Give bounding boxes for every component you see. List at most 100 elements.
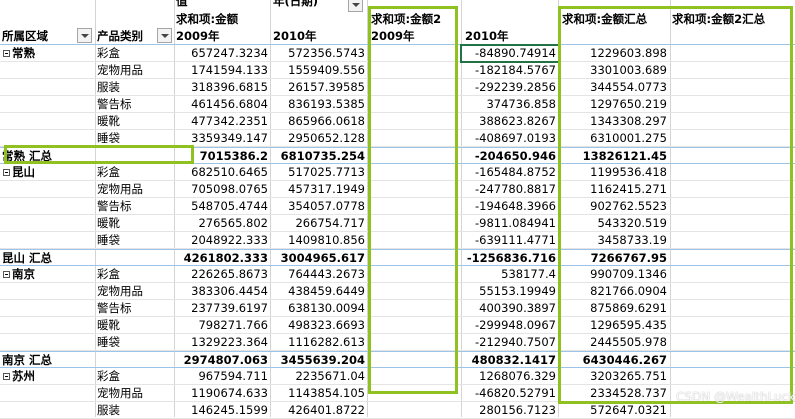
- value-cell-v09: 226265.8673: [191, 267, 268, 281]
- value-cell-b10: 55153.19949: [479, 284, 556, 298]
- value-cell-v09: 2974807.063: [183, 353, 268, 367]
- value-cell-b10: -212940.7507: [475, 335, 556, 349]
- header-region: 所属区域: [2, 29, 48, 43]
- table-row: 服装 146245.1599 426401.8722 280156.7123 57264…: [0, 402, 795, 419]
- value-cell-v09: 383306.4454: [191, 284, 268, 298]
- category-cell: 彩盒: [97, 267, 120, 281]
- value-cell-v10: 438459.6449: [288, 284, 365, 298]
- region-total-label: 昆山 汇总: [2, 251, 53, 265]
- value-cell-b10: -1256836.716: [466, 251, 556, 265]
- category-cell: 宠物用品: [97, 182, 143, 196]
- value-cell-v09: 682510.6465: [191, 165, 268, 179]
- header-date-label: 年(日期): [273, 0, 319, 8]
- category-cell: 彩盒: [97, 369, 120, 383]
- value-cell-v09: 276565.802: [198, 216, 268, 230]
- value-cell-v09: 3359349.147: [191, 131, 268, 145]
- value-cell-b10: 538177.4: [501, 267, 556, 281]
- collapse-icon[interactable]: [3, 271, 10, 278]
- value-cell-v09: 657247.3234: [191, 46, 268, 60]
- category-cell: 警告标: [97, 199, 132, 213]
- selected-cell[interactable]: [460, 44, 560, 63]
- value-cell-v10: 1116282.613: [288, 335, 365, 349]
- value-cell-v09: 798271.766: [198, 318, 268, 332]
- value-cell-v09: 2048922.333: [191, 233, 268, 247]
- category-cell: 彩盒: [97, 46, 120, 60]
- region-cell[interactable]: 南京: [3, 266, 35, 282]
- region-label: 昆山: [12, 165, 35, 179]
- value-cell-v10: 865966.0618: [288, 114, 365, 128]
- value-cell-v10: 1559409.556: [288, 63, 365, 77]
- category-cell: 宠物用品: [97, 386, 143, 400]
- category-cell: 睡袋: [97, 233, 120, 247]
- category-cell: 暖靴: [97, 216, 120, 230]
- collapse-icon[interactable]: [3, 169, 10, 176]
- header-2009: 2009年: [176, 29, 220, 43]
- watermark: CSDN @WealthLucky: [676, 390, 795, 404]
- region-label: 南京: [12, 267, 35, 281]
- value-cell-b10: -204650.946: [474, 149, 556, 163]
- value-cell-b10: -299948.0967: [475, 318, 556, 332]
- region-cell[interactable]: 昆山: [3, 164, 35, 180]
- value-cell-v09: 146245.1599: [191, 403, 268, 417]
- value-cell-v09: 705098.0765: [191, 182, 268, 196]
- value-cell-v10: 354057.0778: [288, 199, 365, 213]
- value-cell-b10: 280156.7123: [479, 403, 556, 417]
- region-filter-dropdown[interactable]: [77, 28, 92, 43]
- value-cell-b10: -639111.4771: [475, 233, 556, 247]
- value-cell-b10: 400390.3897: [479, 301, 556, 315]
- category-cell: 服装: [97, 403, 120, 417]
- category-cell: 服装: [97, 80, 120, 94]
- category-cell: 彩盒: [97, 165, 120, 179]
- highlight-total-column: [558, 6, 793, 404]
- header-2010: 2010年: [273, 29, 317, 43]
- region-label: 常熟: [12, 46, 35, 60]
- category-cell: 警告标: [97, 97, 132, 111]
- value-cell-v10: 3004965.617: [280, 251, 365, 265]
- value-cell-b10: 1268076.329: [479, 369, 556, 383]
- value-cell-v10: 836193.5385: [288, 97, 365, 111]
- date-filter-dropdown[interactable]: [348, 0, 363, 12]
- value-cell-b10: -165484.8752: [475, 165, 556, 179]
- category-cell: 睡袋: [97, 131, 120, 145]
- value-cell-v10: 426401.8722: [288, 403, 365, 417]
- header-value-label: 值: [176, 0, 188, 8]
- value-cell-v10: 498323.6693: [288, 318, 365, 332]
- header-sum-amount: 求和项:金额: [176, 12, 239, 26]
- value-cell-b10: -194648.3966: [475, 199, 556, 213]
- value-cell-v09: 461456.6804: [191, 97, 268, 111]
- value-cell-v09: 1741594.133: [191, 63, 268, 77]
- value-cell-v10: 457317.1949: [288, 182, 365, 196]
- region-cell[interactable]: 苏州: [3, 368, 35, 384]
- collapse-icon[interactable]: [3, 50, 10, 57]
- value-cell-v10: 2235671.04: [295, 369, 365, 383]
- category-cell: 宠物用品: [97, 284, 143, 298]
- value-cell-v09: 1329223.364: [191, 335, 268, 349]
- value-cell-v10: 6810735.254: [280, 149, 365, 163]
- region-cell[interactable]: 常熟: [3, 45, 35, 61]
- category-cell: 睡袋: [97, 335, 120, 349]
- category-cell: 暖靴: [97, 114, 120, 128]
- header-2010-amount2: 2010年: [465, 29, 509, 43]
- value-cell-v10: 1409810.856: [288, 233, 365, 247]
- highlight-2009-amount2-column: [368, 6, 458, 394]
- category-filter-dropdown[interactable]: [157, 28, 172, 43]
- value-cell-b10: -9811.084941: [475, 216, 556, 230]
- value-cell-v10: 572356.5743: [288, 46, 365, 60]
- header-category: 产品类别: [97, 29, 143, 43]
- value-cell-v09: 1190674.633: [191, 386, 268, 400]
- value-cell-b10: -46820.52791: [475, 386, 556, 400]
- value-cell-tot: 572647.0321: [590, 403, 667, 417]
- value-cell-v10: 26157.39585: [288, 80, 365, 94]
- value-cell-v10: 638130.0094: [288, 301, 365, 315]
- region-total-label: 南京 汇总: [2, 353, 53, 367]
- value-cell-b10: 374736.858: [486, 97, 556, 111]
- value-cell-v10: 2950652.128: [288, 131, 365, 145]
- value-cell-v10: 266754.717: [295, 216, 365, 230]
- value-cell-b10: -292239.2856: [475, 80, 556, 94]
- value-cell-v09: 967594.711: [198, 369, 268, 383]
- collapse-icon[interactable]: [3, 373, 10, 380]
- value-cell-v10: 517025.7713: [288, 165, 365, 179]
- highlight-region-total-cell: [4, 145, 194, 164]
- value-cell-v10: 1143854.105: [288, 386, 365, 400]
- category-cell: 暖靴: [97, 318, 120, 332]
